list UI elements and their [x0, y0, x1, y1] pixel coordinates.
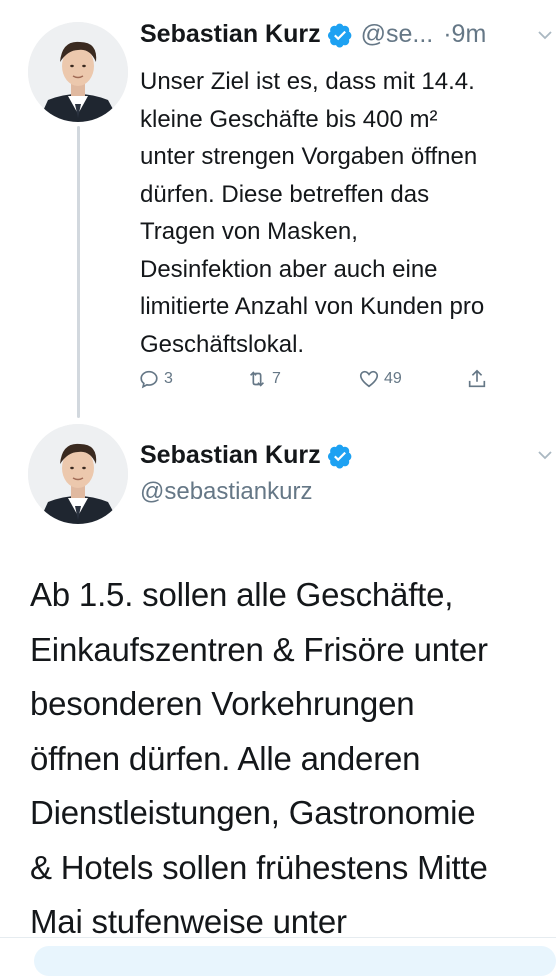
retweet-button[interactable]: 7	[246, 368, 281, 390]
tweet-text-line: Ab 1.5. sollen alle Geschäfte,	[30, 576, 454, 613]
tweet-text-line: unter strengen Vorgaben öffnen	[140, 143, 478, 170]
tweet-actions: 3 7 49	[138, 368, 498, 394]
tweet-text-line: Desinfektion aber auch eine	[140, 255, 438, 283]
handle[interactable]: @sebastiankurz	[140, 478, 312, 506]
tweet-text-line: Mai stufenweise unter	[30, 903, 347, 940]
tweet2-header: Sebastian Kurz	[140, 441, 353, 470]
handle[interactable]: @se...	[361, 20, 434, 49]
verified-badge-icon	[327, 444, 351, 468]
like-button[interactable]: 49	[358, 368, 402, 390]
tweet-text-line: dürfen. Diese betreffen das	[140, 180, 430, 208]
heart-icon	[359, 370, 379, 388]
tweet-text-line: Tragen von Masken,	[140, 218, 358, 245]
retweet-icon	[249, 371, 265, 387]
tweet-text: Unser Ziel ist es, dass mit 14.4. kleine…	[140, 63, 550, 363]
tweet-text-line: & Hotels sollen frühestens Mitte	[30, 848, 488, 886]
tweet-text-line: besonderen Vorkehrungen	[30, 685, 415, 722]
thread-connector-line	[77, 126, 80, 418]
profile-photo-icon	[28, 424, 128, 524]
tweet-text-line: Geschäftslokal.	[140, 330, 305, 358]
share-button[interactable]	[466, 368, 488, 390]
reply-composer[interactable]	[34, 946, 556, 976]
avatar[interactable]	[28, 22, 128, 122]
verified-badge-icon	[327, 23, 351, 47]
tweet-text-line: öffnen dürfen. Alle anderen	[30, 739, 421, 777]
divider	[0, 937, 556, 938]
reply-icon	[140, 370, 158, 389]
chevron-down-icon[interactable]	[538, 30, 552, 40]
tweet-text-line: Unser Ziel ist es, dass mit 14.4.	[140, 68, 475, 95]
tweet-text-line: limitierte Anzahl von Kunden pro	[140, 293, 485, 320]
like-count: 49	[384, 370, 402, 387]
timestamp[interactable]: ·9m	[443, 20, 486, 49]
reply-button[interactable]: 3	[138, 368, 173, 390]
tweet-text: Ab 1.5. sollen alle Geschäfte, Einkaufsz…	[30, 568, 556, 950]
retweet-count: 7	[272, 370, 281, 387]
profile-photo-icon	[28, 22, 128, 122]
tweet-text-line: Dienstleistungen, Gastronomie	[30, 794, 476, 831]
avatar[interactable]	[28, 424, 128, 524]
share-icon	[468, 369, 486, 388]
display-name[interactable]: Sebastian Kurz	[140, 20, 321, 49]
tweet1-header: Sebastian Kurz @se... ·9m	[140, 20, 486, 49]
reply-count: 3	[164, 370, 173, 387]
tweet-text-line: Einkaufszentren & Frisöre unter	[30, 630, 488, 668]
tweet-text-line: kleine Geschäfte bis 400 m²	[140, 105, 438, 133]
chevron-down-icon[interactable]	[538, 450, 552, 460]
display-name[interactable]: Sebastian Kurz	[140, 441, 321, 470]
